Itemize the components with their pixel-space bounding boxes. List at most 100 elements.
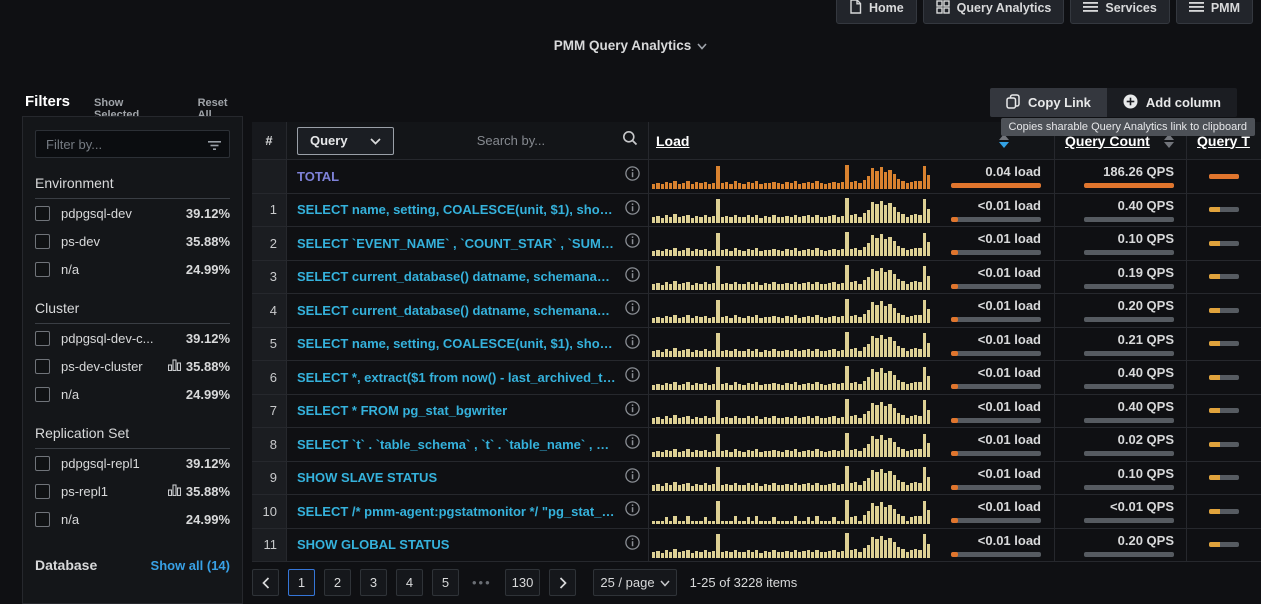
search-icon[interactable] [622, 130, 638, 151]
page-button-1[interactable]: 1 [288, 569, 315, 596]
query-link[interactable]: SELECT current_database() datname, schem… [297, 303, 617, 318]
table-row: 4SELECT current_database() datname, sche… [252, 294, 1261, 328]
filter-item-ps-dev-cluster[interactable]: ps-dev-cluster35.88% [35, 353, 230, 380]
copy-link-button[interactable]: Copy Link [990, 88, 1107, 117]
query-cell: TOTAL [287, 160, 649, 193]
filter-item-ps-dev[interactable]: ps-dev35.88% [35, 228, 230, 255]
info-icon[interactable] [625, 434, 640, 454]
query-link[interactable]: SHOW GLOBAL STATUS [297, 537, 449, 552]
pagination-summary: 1-25 of 3228 items [690, 575, 798, 590]
query-count-cell: <0.01 QPS [1055, 495, 1187, 528]
toolbar: Copy Link Add column [990, 88, 1237, 117]
info-icon[interactable] [625, 501, 640, 521]
query-link[interactable]: SELECT `t` . `table_schema` , `t` . `tab… [297, 437, 617, 452]
query-count-value-text: <0.01 QPS [1110, 499, 1174, 514]
prev-page-button[interactable] [252, 569, 279, 596]
query-time-progress-bar [1209, 475, 1239, 480]
query-link[interactable]: SELECT `EVENT_NAME` , `COUNT_STAR` , `SU… [297, 236, 617, 251]
copy-link-tooltip: Copies sharable Query Analytics link to … [1001, 118, 1255, 136]
load-sort-link[interactable]: Load [656, 133, 689, 149]
query-link[interactable]: TOTAL [297, 169, 339, 184]
pagination-ellipsis[interactable]: ••• [468, 575, 496, 590]
page-button-2[interactable]: 2 [324, 569, 351, 596]
query-link[interactable]: SELECT current_database() datname, schem… [297, 269, 617, 284]
info-icon[interactable] [625, 334, 640, 354]
database-show-all-link[interactable]: Show all (14) [151, 558, 230, 573]
info-icon[interactable] [625, 535, 640, 555]
add-column-button[interactable]: Add column [1107, 88, 1237, 117]
query-link[interactable]: SELECT * FROM pg_stat_bgwriter [297, 403, 507, 418]
checkbox[interactable] [35, 387, 50, 402]
topnav-button-home[interactable]: Home [836, 0, 917, 24]
load-progress-bar [951, 418, 1041, 423]
load-progress-bar [951, 284, 1041, 289]
add-column-label: Add column [1146, 95, 1221, 110]
query-time-progress-bar [1209, 174, 1239, 179]
query-link[interactable]: SELECT /* pmm-agent:pgstatmonitor */ "pg… [297, 504, 617, 519]
filter-item-pdpgsql-dev[interactable]: pdpgsql-dev39.12% [35, 200, 230, 227]
filter-item-pdpgsql-repl1[interactable]: pdpgsql-repl139.12% [35, 450, 230, 477]
query-link[interactable]: SELECT name, setting, COALESCE(unit, $1)… [297, 202, 617, 217]
filter-item-pdpgsql-dev-c-[interactable]: pdpgsql-dev-c...39.12% [35, 325, 230, 352]
query-dimension-dropdown[interactable]: Query [297, 127, 394, 155]
info-icon[interactable] [625, 300, 640, 320]
load-value: <0.01 load [951, 432, 1041, 456]
checkbox[interactable] [35, 331, 50, 346]
info-icon[interactable] [625, 267, 640, 287]
load-progress-bar [951, 518, 1041, 523]
info-icon[interactable] [625, 468, 640, 488]
filter-item-ps-repl1[interactable]: ps-repl135.88% [35, 478, 230, 505]
query-count-progress-bar [1084, 284, 1174, 289]
filter-item-label: ps-repl1 [61, 484, 168, 499]
info-icon[interactable] [625, 166, 640, 186]
load-progress-bar [951, 552, 1041, 557]
query-time-cell [1187, 462, 1261, 495]
document-icon [849, 0, 862, 17]
page-button-5[interactable]: 5 [432, 569, 459, 596]
load-cell: <0.01 load [649, 261, 1055, 294]
query-link[interactable]: SELECT name, setting, COALESCE(unit, $1)… [297, 336, 617, 351]
filter-item-n-a[interactable]: n/a24.99% [35, 256, 230, 283]
topnav-button-query-analytics[interactable]: Query Analytics [923, 0, 1065, 24]
checkbox[interactable] [35, 359, 50, 374]
query-count-value-text: 0.20 QPS [1118, 533, 1174, 548]
page-size-select[interactable]: 25 / page [593, 569, 676, 596]
page-title: PMM Query Analytics [554, 38, 692, 53]
checkbox[interactable] [35, 206, 50, 221]
checkbox[interactable] [35, 262, 50, 277]
info-icon[interactable] [625, 233, 640, 253]
filter-input[interactable] [35, 130, 230, 158]
filter-item-n-a[interactable]: n/a24.99% [35, 381, 230, 408]
checkbox[interactable] [35, 484, 50, 499]
filter-item-percentage: 39.12% [186, 456, 230, 471]
query-time-cell [1187, 261, 1261, 294]
page-button-3[interactable]: 3 [360, 569, 387, 596]
checkbox[interactable] [35, 512, 50, 527]
query-link[interactable]: SELECT *, extract($1 from now() - last_a… [297, 370, 617, 385]
query-cell: SELECT `EVENT_NAME` , `COUNT_STAR` , `SU… [287, 227, 649, 260]
filter-item-n-a[interactable]: n/a24.99% [35, 506, 230, 533]
filter-item-percentage: 24.99% [186, 512, 230, 527]
info-icon[interactable] [625, 401, 640, 421]
topnav-button-pmm[interactable]: PMM [1176, 0, 1253, 24]
table-row: 8SELECT `t` . `table_schema` , `t` . `ta… [252, 428, 1261, 462]
page-button-4[interactable]: 4 [396, 569, 423, 596]
filters-panel: Environmentpdpgsql-dev39.12%ps-dev35.88%… [22, 116, 243, 604]
info-icon[interactable] [625, 367, 640, 387]
topnav-button-services[interactable]: Services [1070, 0, 1169, 24]
chevron-down-icon[interactable] [697, 38, 707, 53]
load-sparkline [652, 398, 930, 424]
info-icon[interactable] [625, 200, 640, 220]
copy-link-label: Copy Link [1028, 95, 1091, 110]
search-input[interactable]: Search by... [394, 122, 638, 159]
column-header-query: Query Search by... [287, 122, 649, 159]
checkbox[interactable] [35, 456, 50, 471]
checkbox[interactable] [35, 234, 50, 249]
search-placeholder: Search by... [477, 133, 545, 148]
query-count-progress-bar [1084, 418, 1174, 423]
next-page-button[interactable] [549, 569, 576, 596]
load-value-text: <0.01 load [978, 332, 1041, 347]
query-link[interactable]: SHOW SLAVE STATUS [297, 470, 437, 485]
filter-section-title: Cluster [35, 300, 230, 324]
page-button-last[interactable]: 130 [505, 569, 541, 596]
